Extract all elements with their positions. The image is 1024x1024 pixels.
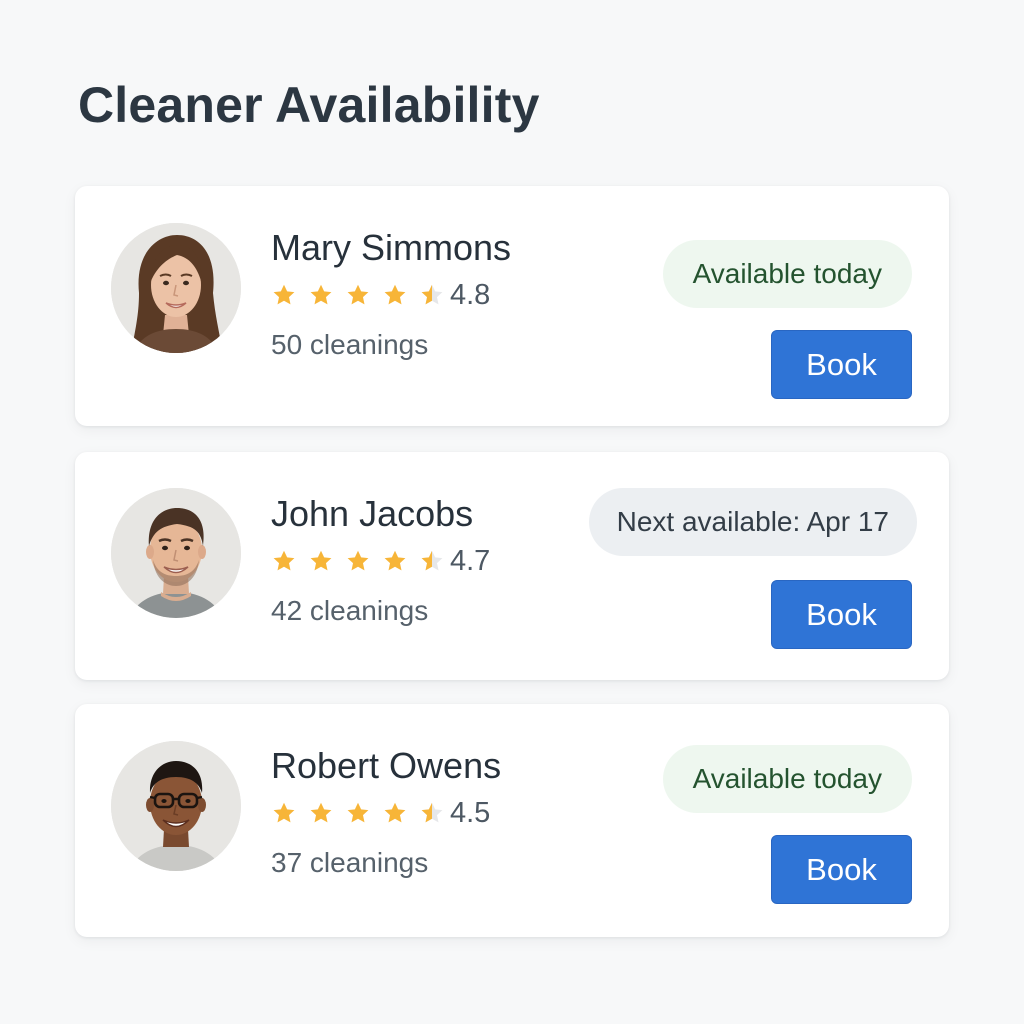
rating-row: 4.7 [271,544,490,578]
star-full-icon [345,800,371,826]
avatar-woman-icon [111,223,241,353]
cleaner-card-mary-simmons: Mary Simmons 4.8 50 cleanings Available … [75,186,949,426]
star-full-icon [271,800,297,826]
star-full-icon [271,282,297,308]
star-full-icon [382,282,408,308]
cleaner-card-robert-owens: Robert Owens 4.5 37 cleanings Available … [75,704,949,937]
availability-badge: Next available: Apr 17 [588,488,917,556]
star-rating [271,800,445,826]
star-rating [271,548,445,574]
star-full-icon [308,800,334,826]
rating-value: 4.5 [450,797,491,829]
star-full-icon [345,282,371,308]
cleaner-info: John Jacobs 4.7 42 cleanings [271,492,490,628]
cleanings-count: 37 cleanings [271,847,429,878]
avatar [111,488,241,618]
star-rating [271,282,445,308]
cleaner-info: Mary Simmons 4.8 50 cleanings [271,226,511,362]
star-full-icon [271,548,297,574]
avatar [111,223,241,353]
availability-badge: Available today [662,745,912,813]
cleaner-info: Robert Owens 4.5 37 cleanings [271,744,501,880]
cleanings-count: 42 cleanings [271,595,429,626]
rating-value: 4.7 [450,545,491,577]
book-button[interactable]: Book [771,330,912,399]
star-half-icon [419,548,445,574]
rating-row: 4.5 [271,796,501,830]
star-half-icon [419,800,445,826]
rating-row: 4.8 [271,278,511,312]
page-title: Cleaner Availability [78,77,540,133]
book-button[interactable]: Book [771,835,912,904]
star-full-icon [345,548,371,574]
cleaner-name: Robert Owens [271,745,502,786]
cleaner-card-john-jacobs: John Jacobs 4.7 42 cleanings Next availa… [75,452,949,680]
rating-value: 4.8 [450,279,491,311]
star-full-icon [382,800,408,826]
avatar-man-icon [111,488,241,618]
avatar [111,741,241,871]
star-full-icon [382,548,408,574]
star-full-icon [308,548,334,574]
star-half-icon [419,282,445,308]
book-button[interactable]: Book [771,580,912,649]
cleanings-count: 50 cleanings [271,329,429,360]
cleaner-name: Mary Simmons [271,227,512,268]
cleaner-name: John Jacobs [271,493,474,534]
availability-badge: Available today [662,240,912,308]
avatar-man-glasses-icon [111,741,241,871]
star-full-icon [308,282,334,308]
